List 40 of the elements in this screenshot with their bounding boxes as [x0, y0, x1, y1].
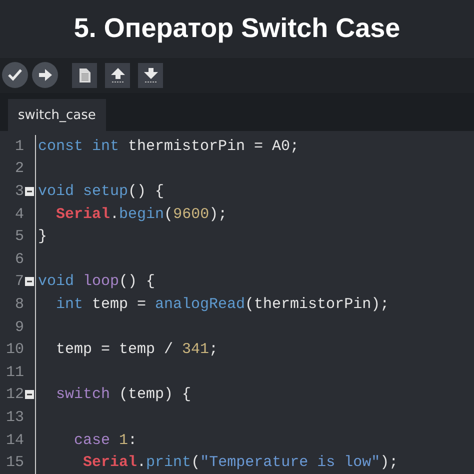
save-button[interactable]: [138, 62, 163, 88]
line-number: 1: [14, 138, 24, 155]
code-line: temp = temp / 341;: [55, 341, 218, 358]
slide-title: 5. Оператор Switch Case: [74, 13, 400, 44]
code-line: int temp = analogRead(thermistorPin);: [55, 296, 390, 314]
collapse-icon[interactable]: [25, 277, 34, 286]
upload-button[interactable]: [32, 62, 58, 88]
line-number: 11: [4, 364, 24, 381]
line-number: 12: [4, 386, 24, 404]
line-number: 2: [14, 160, 24, 178]
line-number: 4: [14, 206, 24, 223]
line-number: 6: [14, 250, 24, 268]
line-number: 13: [4, 409, 24, 426]
line-number: 5: [14, 228, 24, 246]
line-number: 7: [14, 273, 24, 290]
code-line: case 1:: [73, 432, 138, 449]
code-line: void loop() {: [38, 273, 156, 290]
checkmark-icon: [8, 69, 22, 82]
up-arrow-icon: [110, 68, 124, 83]
code-line: const int thermistorPin = A0;: [38, 138, 300, 155]
code-line: void setup() {: [38, 183, 164, 200]
code-line: Serial.begin(9600);: [55, 206, 228, 223]
verify-button[interactable]: [2, 62, 28, 88]
code-line: switch (temp) {: [55, 386, 192, 404]
collapse-icon[interactable]: [25, 390, 34, 400]
down-arrow-icon: [144, 68, 158, 83]
right-arrow-icon: [38, 69, 52, 82]
document-icon: [78, 68, 90, 83]
line-number: 14: [4, 432, 24, 449]
line-number: 10: [4, 341, 24, 358]
line-number: 8: [14, 296, 24, 314]
line-number: 15: [4, 454, 24, 472]
collapse-icon[interactable]: [25, 187, 34, 196]
open-button[interactable]: [105, 62, 130, 88]
file-tab[interactable]: switch_case: [8, 99, 106, 132]
new-file-button[interactable]: [72, 62, 97, 88]
line-number: 9: [14, 318, 24, 336]
line-number: 3: [14, 183, 24, 200]
code-line: }: [38, 228, 48, 246]
code-line: Serial.print("Temperature is low");: [82, 454, 398, 472]
